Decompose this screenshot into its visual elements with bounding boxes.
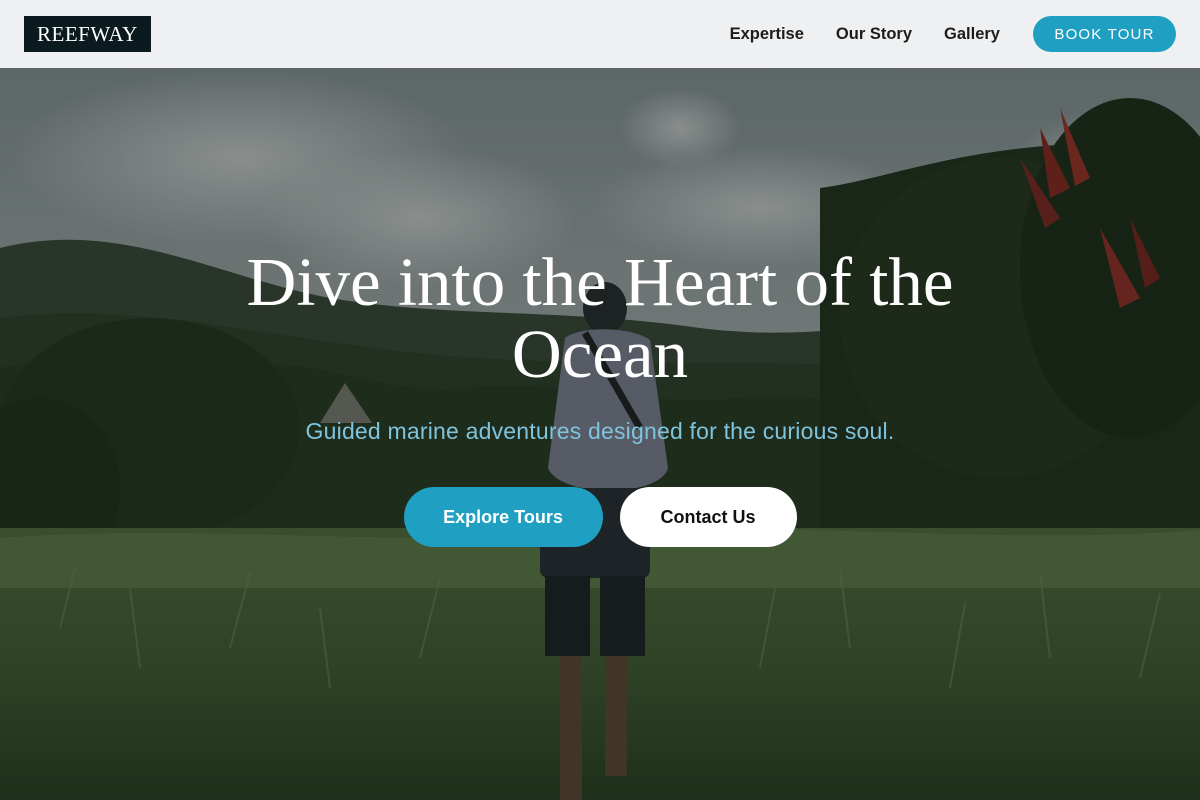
nav-link-our-story[interactable]: Our Story xyxy=(836,25,912,44)
main-nav: Expertise Our Story Gallery BOOK TOUR xyxy=(730,16,1176,52)
nav-link-expertise[interactable]: Expertise xyxy=(730,25,804,44)
explore-tours-button[interactable]: Explore Tours xyxy=(403,487,603,547)
hero-button-group: Explore Tours Contact Us xyxy=(0,487,1200,547)
contact-us-button[interactable]: Contact Us xyxy=(619,487,797,547)
logo[interactable]: REEFWAY xyxy=(24,16,151,52)
hero-content: Dive into the Heart of the Ocean Guided … xyxy=(0,246,1200,547)
site-header: REEFWAY Expertise Our Story Gallery BOOK… xyxy=(0,0,1200,68)
book-tour-button[interactable]: BOOK TOUR xyxy=(1033,16,1176,52)
hero-title: Dive into the Heart of the Ocean xyxy=(246,244,954,392)
hero-section: Dive into the Heart of the Ocean Guided … xyxy=(0,68,1200,800)
hero-subtitle: Guided marine adventures designed for th… xyxy=(305,418,895,444)
nav-link-gallery[interactable]: Gallery xyxy=(944,25,1000,44)
